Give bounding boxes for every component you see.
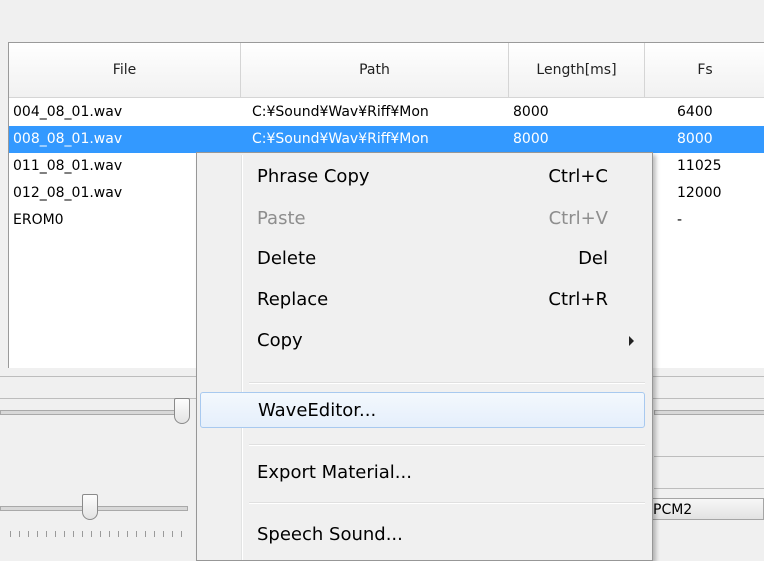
menu-item-label: Speech Sound... <box>257 524 403 545</box>
menu-item-delete[interactable]: Delete Del <box>199 241 650 277</box>
table-row[interactable]: 004_08_01.wav C:¥Sound¥Wav¥Riff¥Mon 8000… <box>9 99 764 126</box>
file-cell: 012_08_01.wav <box>13 185 123 201</box>
column-header-path[interactable]: Path <box>241 43 509 97</box>
file-cell: 011_08_01.wav <box>13 158 123 174</box>
path-cell: C:¥Sound¥Wav¥Riff¥Mon <box>252 131 429 147</box>
menu-separator <box>249 502 645 504</box>
menu-item-label: Delete <box>257 248 317 269</box>
menu-item-replace[interactable]: Replace Ctrl+R <box>199 282 650 318</box>
menu-item-export-material[interactable]: Export Material... <box>199 455 650 491</box>
menu-item-label: Export Material... <box>257 462 412 483</box>
slider-ticks <box>10 531 186 537</box>
menu-item-shortcut: Ctrl+R <box>548 289 608 310</box>
top-toolbar-area <box>0 0 764 42</box>
menu-item-wave-editor[interactable]: WaveEditor... <box>200 392 645 428</box>
slider-track-upper[interactable] <box>0 410 188 415</box>
slider-thumb-lower[interactable] <box>82 494 98 520</box>
length-cell: 8000 <box>513 131 549 147</box>
file-cell: 004_08_01.wav <box>13 104 123 120</box>
panel-divider <box>654 488 764 489</box>
column-header-file[interactable]: File <box>9 43 241 97</box>
menu-separator <box>249 444 645 446</box>
file-cell: 008_08_01.wav <box>13 131 123 147</box>
context-menu: Phrase Copy Ctrl+C Paste Ctrl+V Delete D… <box>196 152 653 561</box>
file-cell: EROM0 <box>13 212 64 228</box>
fs-cell: 6400 <box>677 104 713 120</box>
fs-cell: 8000 <box>677 131 713 147</box>
menu-separator <box>249 382 645 384</box>
menu-item-label: WaveEditor... <box>258 400 377 421</box>
menu-item-label: Replace <box>257 289 329 310</box>
menu-item-shortcut: Ctrl+C <box>548 166 608 187</box>
menu-item-label: Copy <box>257 330 303 351</box>
menu-item-label: Paste <box>257 208 306 229</box>
menu-item-speech-sound[interactable]: Speech Sound... <box>199 517 650 553</box>
fs-cell: - <box>677 212 683 228</box>
menu-item-paste[interactable]: Paste Ctrl+V <box>199 201 650 237</box>
path-cell: C:¥Sound¥Wav¥Riff¥Mon <box>252 104 429 120</box>
menu-item-copy[interactable]: Copy <box>199 323 650 359</box>
menu-item-shortcut: Ctrl+V <box>548 208 608 229</box>
fs-cell: 12000 <box>677 185 722 201</box>
menu-item-label: Phrase Copy <box>257 166 370 187</box>
table-row-selected[interactable]: 008_08_01.wav C:¥Sound¥Wav¥Riff¥Mon 8000… <box>9 126 764 153</box>
list-header: File Path Length[ms] Fs <box>9 43 764 98</box>
fs-cell: 11025 <box>677 158 722 174</box>
length-cell: 8000 <box>513 104 549 120</box>
panel-divider <box>654 456 764 457</box>
column-header-length[interactable]: Length[ms] <box>509 43 645 97</box>
submenu-arrow-icon <box>629 336 634 346</box>
pcm-field[interactable]: PCM2 <box>644 498 764 520</box>
slider-track-upper-right <box>654 410 764 415</box>
menu-item-shortcut: Del <box>578 248 608 269</box>
column-header-fs[interactable]: Fs <box>645 43 764 97</box>
slider-thumb-upper[interactable] <box>174 398 190 424</box>
menu-item-phrase-copy[interactable]: Phrase Copy Ctrl+C <box>199 159 650 195</box>
